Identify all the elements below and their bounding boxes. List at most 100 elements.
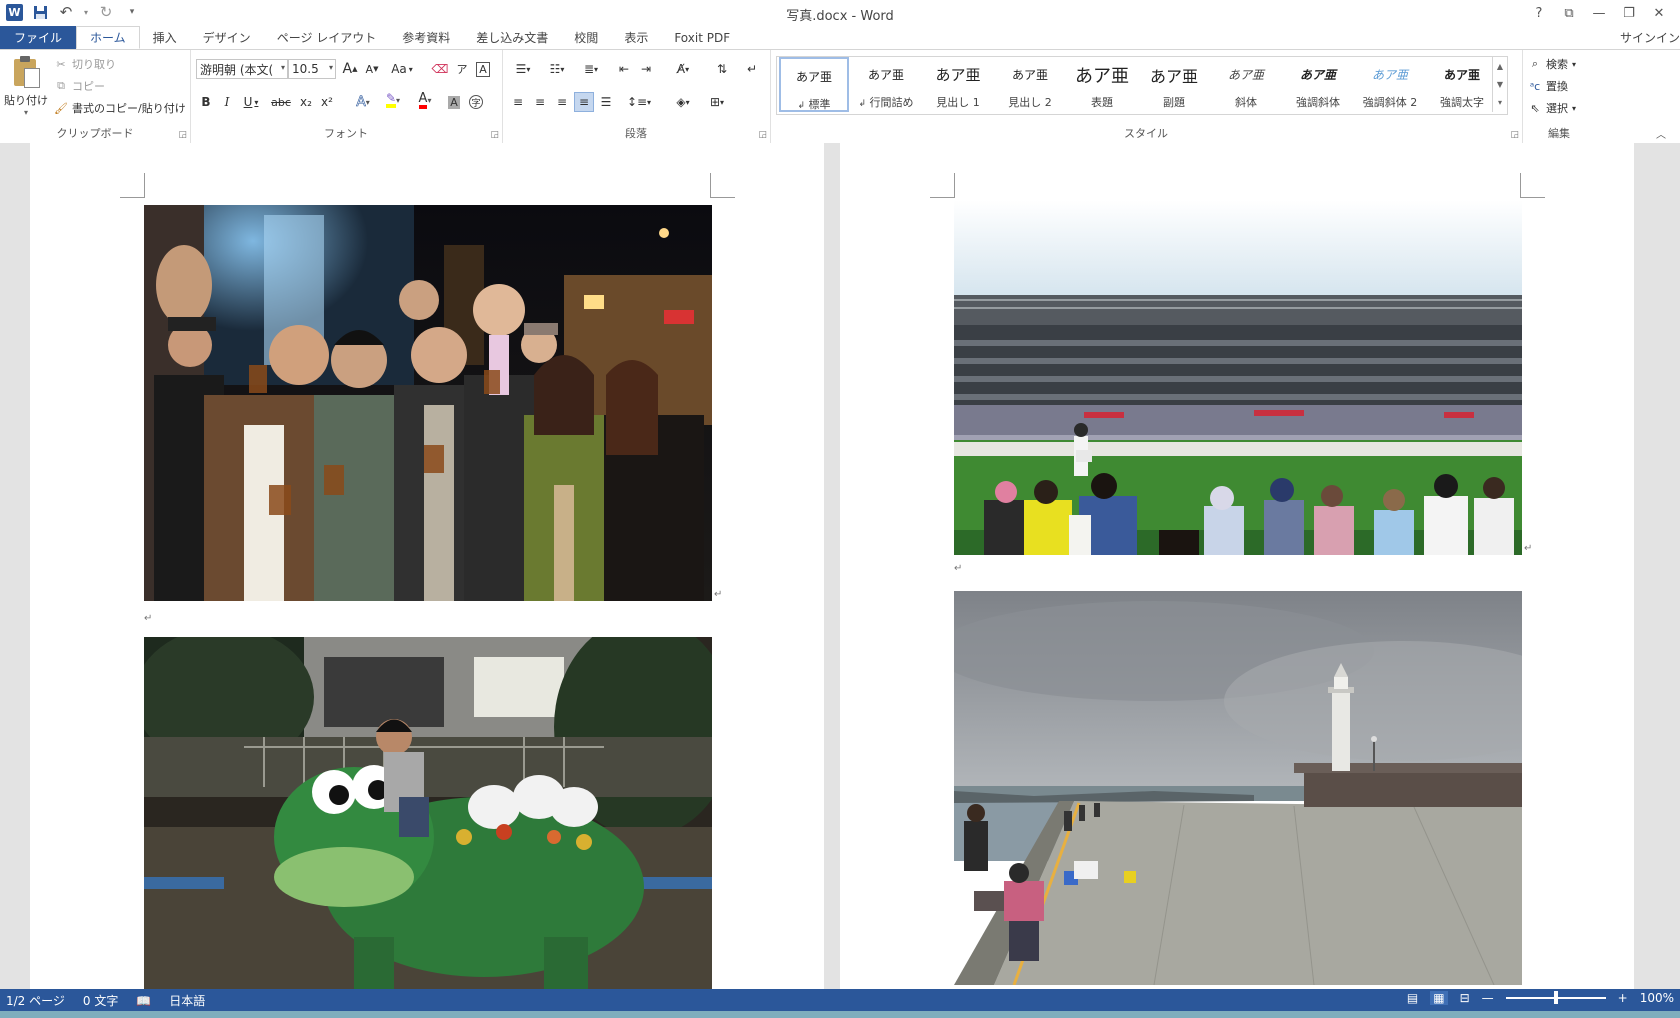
text-effects-button[interactable]: A ▾ [350, 92, 376, 112]
photo-group-night-street[interactable] [144, 205, 712, 601]
style-heading-1[interactable]: あア亜 見出し 1 [923, 57, 993, 112]
customize-qat-icon[interactable]: ▾ [123, 3, 141, 21]
borders-button[interactable]: ⊞ ▾ [702, 92, 732, 112]
proofing-icon[interactable]: 📖 [136, 994, 151, 1008]
style-no-spacing[interactable]: あア亜 ↲ 行間詰め [851, 57, 921, 112]
align-right-button[interactable]: ≡ [552, 92, 572, 112]
zoom-in-icon[interactable]: + [1618, 991, 1628, 1005]
style-subtitle[interactable]: あア亜 副題 [1139, 57, 1209, 112]
sign-in-link[interactable]: サインイン [1620, 26, 1680, 49]
font-color-button[interactable]: A ▾ [412, 90, 438, 110]
zoom-out-icon[interactable]: — [1482, 991, 1494, 1005]
word-logo-icon[interactable]: W [6, 3, 23, 21]
bullets-button[interactable]: ☰ ▾ [508, 59, 538, 79]
shading-button[interactable]: ◈ ▾ [668, 92, 698, 112]
cut-button[interactable]: ✂ 切り取り [54, 56, 116, 72]
decrease-indent-button[interactable]: ⇤ [614, 59, 634, 79]
format-painter-button[interactable]: 🖌 書式のコピー/貼り付け [54, 100, 186, 116]
tab-insert[interactable]: 挿入 [140, 26, 190, 49]
strikethrough-button[interactable]: abc [268, 92, 294, 112]
help-button[interactable]: ? [1524, 2, 1554, 24]
shrink-font-button[interactable]: A ▼ [362, 59, 382, 79]
increase-indent-button[interactable]: ⇥ [636, 59, 656, 79]
style-normal[interactable]: あア亜 ↲ 標準 [779, 57, 849, 112]
style-title[interactable]: あア亜 表題 [1067, 57, 1137, 112]
style-intense-emphasis[interactable]: あア亜 強調斜体 [1283, 57, 1353, 112]
grow-font-button[interactable]: A ▲ [340, 59, 360, 79]
ribbon-display-options-button[interactable]: ⧉ [1554, 2, 1584, 24]
find-button[interactable]: ⌕ 検索 ▾ [1528, 56, 1576, 72]
tab-foxit-pdf[interactable]: Foxit PDF [661, 26, 743, 49]
redo-icon[interactable]: ↻ [97, 3, 115, 21]
tab-view[interactable]: 表示 [611, 26, 661, 49]
language-indicator[interactable]: 日本語 [169, 992, 205, 1009]
align-center-button[interactable]: ≡ [530, 92, 550, 112]
style-intense-emphasis-2[interactable]: あア亜 強調斜体 2 [1355, 57, 1425, 112]
numbering-button[interactable]: ☷ ▾ [542, 59, 572, 79]
photo-dinosaur-statue[interactable] [144, 637, 712, 989]
more-icon[interactable]: ▾ [1498, 98, 1502, 107]
styles-dialog-launcher-icon[interactable]: ◲ [1510, 130, 1519, 140]
page-1[interactable]: ↵ ↵ [30, 143, 824, 989]
tab-design[interactable]: デザイン [190, 26, 264, 49]
photo-pier-lighthouse[interactable] [954, 591, 1522, 985]
save-icon[interactable] [31, 3, 49, 21]
clipboard-dialog-launcher-icon[interactable]: ◲ [178, 130, 187, 140]
justify-button[interactable]: ≡ [574, 92, 594, 112]
font-dialog-launcher-icon[interactable]: ◲ [490, 130, 499, 140]
undo-dropdown-icon[interactable]: ▾ [83, 3, 89, 21]
enclose-characters-button[interactable]: 字 [466, 92, 486, 112]
print-layout-icon[interactable]: ▦ [1430, 991, 1448, 1005]
page-2[interactable]: ↵ ↵ [840, 143, 1634, 989]
gallery-scroll[interactable]: ▲ ▼ ▾ [1492, 57, 1507, 112]
paste-button[interactable]: 貼り付け ▾ [4, 56, 48, 126]
restore-button[interactable]: ❐ [1614, 2, 1644, 24]
character-border-button[interactable]: A [474, 59, 492, 79]
read-mode-icon[interactable]: ▤ [1407, 991, 1418, 1005]
change-case-button[interactable]: Aa ▾ [387, 59, 417, 79]
select-button[interactable]: ⇖ 選択 ▾ [1528, 100, 1576, 116]
italic-button[interactable]: I [217, 92, 237, 112]
replace-button[interactable]: ᵃc 置換 [1528, 78, 1568, 94]
tab-home[interactable]: ホーム [76, 26, 140, 49]
superscript-button[interactable]: x² [317, 92, 337, 112]
copy-button[interactable]: ⧉ コピー [54, 78, 105, 94]
minimize-button[interactable]: — [1584, 2, 1614, 24]
word-count[interactable]: 0 文字 [83, 992, 118, 1009]
page-count[interactable]: 1/2 ページ [6, 992, 65, 1009]
clear-formatting-button[interactable]: ⌫ [430, 59, 450, 79]
tab-file[interactable]: ファイル [0, 26, 77, 49]
phonetic-guide-button[interactable]: ア [452, 59, 472, 79]
line-spacing-button[interactable]: ↕≡ ▾ [624, 92, 654, 112]
chevron-up-icon[interactable]: ▲ [1497, 62, 1503, 71]
tab-references[interactable]: 参考資料 [389, 26, 463, 49]
font-size-box[interactable]: 10.5 ▾ [288, 59, 336, 79]
style-heading-2[interactable]: あア亜 見出し 2 [995, 57, 1065, 112]
web-layout-icon[interactable]: ⊟ [1460, 991, 1470, 1005]
paragraph-dialog-launcher-icon[interactable]: ◲ [758, 130, 767, 140]
photo-racecourse[interactable] [954, 200, 1522, 555]
tab-page-layout[interactable]: ページ レイアウト [264, 26, 390, 49]
paste-dropdown-icon[interactable]: ▾ [4, 108, 48, 117]
zoom-slider[interactable] [1505, 991, 1606, 1004]
character-shading-button[interactable]: A [444, 92, 464, 112]
tab-mailings[interactable]: 差し込み文書 [463, 26, 561, 49]
close-button[interactable]: ✕ [1644, 2, 1674, 24]
font-name-box[interactable]: 游明朝 (本文( ▾ [196, 59, 288, 79]
asian-layout-button[interactable]: A̸ ▾ [668, 59, 698, 79]
chevron-down-icon[interactable]: ▼ [1497, 80, 1503, 89]
highlight-color-button[interactable]: ✎ ▾ [380, 90, 406, 110]
zoom-level[interactable]: 100% [1640, 991, 1674, 1005]
bold-button[interactable]: B [196, 92, 216, 112]
style-strong[interactable]: あア亜 強調太字 [1427, 57, 1497, 112]
tab-review[interactable]: 校閲 [561, 26, 611, 49]
subscript-button[interactable]: x₂ [296, 92, 316, 112]
align-left-button[interactable]: ≡ [508, 92, 528, 112]
distributed-button[interactable]: ☰ [596, 92, 616, 112]
style-emphasis[interactable]: あア亜 斜体 [1211, 57, 1281, 112]
zoom-slider-thumb[interactable] [1553, 991, 1558, 1004]
sort-button[interactable]: ⇅ [712, 59, 732, 79]
show-marks-button[interactable]: ↵ [742, 59, 762, 79]
collapse-ribbon-icon[interactable]: ︿ [1656, 126, 1666, 141]
multilevel-list-button[interactable]: ≣ ▾ [576, 59, 606, 79]
